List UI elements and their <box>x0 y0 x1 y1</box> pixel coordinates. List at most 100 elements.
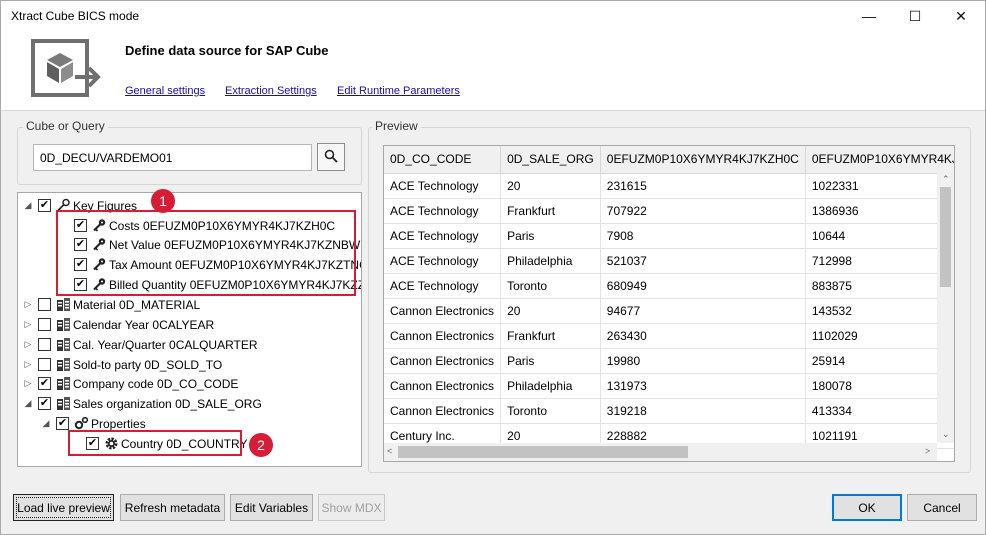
node-cal-year-quarter[interactable]: ▷ Cal. Year/Quarter 0CALQUARTER <box>22 335 258 354</box>
table-cell: 707922 <box>600 198 806 224</box>
table-cell: 19980 <box>600 348 806 374</box>
refresh-metadata-button[interactable]: Refresh metadata <box>120 494 225 521</box>
tree-node-label: Sales organization 0D_SALE_ORG <box>73 396 262 411</box>
scroll-left-icon[interactable]: < <box>387 446 392 456</box>
maximize-button[interactable]: ☐ <box>892 1 938 31</box>
tree-checkbox[interactable]: ✔ <box>38 377 51 390</box>
edit-variables-button[interactable]: Edit Variables <box>230 494 313 521</box>
cancel-button[interactable]: Cancel <box>907 494 977 521</box>
table-cell: 7908 <box>600 223 806 249</box>
table-row[interactable]: Cannon Electronics Toronto 319218 413334 <box>384 398 954 424</box>
table-cell: 1386936 <box>805 198 954 224</box>
node-calendar-year[interactable]: ▷ Calendar Year 0CALYEAR <box>22 315 215 334</box>
tree-checkbox[interactable]: ✔ <box>38 397 51 410</box>
collapse-arrow-icon[interactable]: ◢ <box>22 200 34 211</box>
dimension-icon <box>55 357 71 373</box>
table-row[interactable]: ACE Technology Paris 7908 10644 <box>384 223 954 249</box>
table-cell: 413334 <box>805 398 954 424</box>
node-company-code[interactable]: ▷ ✔ Company code 0D_CO_CODE <box>22 374 239 393</box>
tree-checkbox[interactable] <box>38 298 51 311</box>
scroll-up-icon[interactable]: ⌃ <box>942 174 950 185</box>
table-cell: Frankfurt <box>500 323 601 349</box>
load-live-preview-button[interactable]: Load live preview <box>13 494 114 521</box>
table-cell: 20 <box>500 173 601 199</box>
table-row[interactable]: Cannon Electronics 20 94677 143532 <box>384 298 954 324</box>
table-row[interactable]: Cannon Electronics Philadelphia 131973 1800… <box>384 373 954 399</box>
table-cell: Toronto <box>500 398 601 424</box>
title-bar: Xtract Cube BICS mode — ☐ ✕ <box>1 1 985 31</box>
table-cell: Cannon Electronics <box>384 373 502 399</box>
table-cell: 131973 <box>600 373 806 399</box>
table-cell: 712998 <box>805 248 954 274</box>
vertical-scroll-thumb[interactable] <box>940 187 951 287</box>
annotation-badge-1: 1 <box>151 189 175 213</box>
collapse-arrow-icon[interactable]: ◢ <box>22 398 34 409</box>
horizontal-scrollbar[interactable]: < > <box>384 443 937 461</box>
column-header[interactable]: 0D_SALE_ORG <box>500 146 601 174</box>
expand-arrow-icon[interactable]: ▷ <box>22 299 34 310</box>
vertical-scrollbar[interactable]: ⌃ ⌄ <box>937 173 954 443</box>
search-button[interactable] <box>317 143 345 171</box>
search-icon <box>324 149 338 166</box>
table-row[interactable]: ACE Technology Philadelphia 521037 712998 <box>384 248 954 274</box>
expand-arrow-icon[interactable]: ▷ <box>22 378 34 389</box>
dimension-icon <box>55 317 71 333</box>
cube-or-query-input[interactable]: 0D_DECU/VARDEMO01 <box>33 144 312 171</box>
ok-button[interactable]: OK <box>832 494 902 521</box>
table-row[interactable]: Cannon Electronics Frankfurt 263430 1102029 <box>384 323 954 349</box>
window-title: Xtract Cube BICS mode <box>11 9 140 23</box>
table-cell: Philadelphia <box>500 248 601 274</box>
tree-checkbox[interactable] <box>38 338 51 351</box>
tree-checkbox[interactable]: ✔ <box>56 417 69 430</box>
table-cell: ACE Technology <box>384 173 502 199</box>
table-cell: 521037 <box>600 248 806 274</box>
table-cell: ACE Technology <box>384 198 502 224</box>
table-cell: 883875 <box>805 273 954 299</box>
node-sales-organization[interactable]: ◢ ✔ Sales organization 0D_SALE_ORG <box>22 394 262 413</box>
table-cell: Paris <box>500 348 601 374</box>
tree-node-label: Cal. Year/Quarter 0CALQUARTER <box>73 337 258 352</box>
node-material[interactable]: ▷ Material 0D_MATERIAL <box>22 295 201 314</box>
tree-node-label: Properties <box>91 416 146 431</box>
show-mdx-button[interactable]: Show MDX <box>318 494 385 521</box>
table-cell: Philadelphia <box>500 373 601 399</box>
general-settings-link[interactable]: General settings <box>125 85 205 97</box>
dimension-icon <box>55 396 71 412</box>
table-row[interactable]: Cannon Electronics Paris 19980 25914 <box>384 348 954 374</box>
header-title: Define data source for SAP Cube <box>125 43 329 58</box>
close-button[interactable]: ✕ <box>938 1 984 31</box>
preview-grid[interactable]: 0D_CO_CODE 0D_SALE_ORG 0EFUZM0P10X6YMYR4KJ… <box>383 145 955 462</box>
horizontal-scroll-thumb[interactable] <box>398 446 688 458</box>
table-cell: ACE Technology <box>384 273 502 299</box>
table-cell: Cannon Electronics <box>384 398 502 424</box>
column-header[interactable]: 0D_CO_CODE <box>384 146 502 174</box>
node-sold-to-party[interactable]: ▷ Sold-to party 0D_SOLD_TO <box>22 355 223 374</box>
table-cell: Cannon Electronics <box>384 348 502 374</box>
collapse-arrow-icon[interactable]: ◢ <box>40 418 52 429</box>
tree-checkbox[interactable] <box>38 358 51 371</box>
tree-checkbox[interactable]: ✔ <box>38 199 51 212</box>
cube-export-icon <box>31 39 103 106</box>
minimize-button[interactable]: — <box>846 1 892 31</box>
dimension-icon <box>55 337 71 353</box>
table-row[interactable]: ACE Technology Toronto 680949 883875 <box>384 273 954 299</box>
expand-arrow-icon[interactable]: ▷ <box>22 339 34 350</box>
edit-runtime-parameters-link[interactable]: Edit Runtime Parameters <box>337 85 460 97</box>
tree-node-label: Calendar Year 0CALYEAR <box>73 317 215 332</box>
table-cell: 25914 <box>805 348 954 374</box>
highlight-box-1 <box>56 210 356 296</box>
tree-checkbox[interactable] <box>38 318 51 331</box>
expand-arrow-icon[interactable]: ▷ <box>22 359 34 370</box>
tree-node-label: Company code 0D_CO_CODE <box>73 376 239 391</box>
scroll-right-icon[interactable]: > <box>925 446 930 456</box>
scroll-down-icon[interactable]: ⌄ <box>942 429 950 440</box>
table-row[interactable]: ACE Technology 20 231615 1022331 <box>384 173 954 199</box>
extraction-settings-link[interactable]: Extraction Settings <box>225 85 317 97</box>
table-cell: 10644 <box>805 223 954 249</box>
expand-arrow-icon[interactable]: ▷ <box>22 319 34 330</box>
dialog-window: Xtract Cube BICS mode — ☐ ✕ Define data … <box>0 0 986 535</box>
table-cell: 94677 <box>600 298 806 324</box>
column-header[interactable]: 0EFUZM0P10X6YMYR4KJ7KZNBW <box>805 146 954 174</box>
table-row[interactable]: ACE Technology Frankfurt 707922 1386936 <box>384 198 954 224</box>
column-header[interactable]: 0EFUZM0P10X6YMYR4KJ7KZH0C <box>600 146 806 174</box>
